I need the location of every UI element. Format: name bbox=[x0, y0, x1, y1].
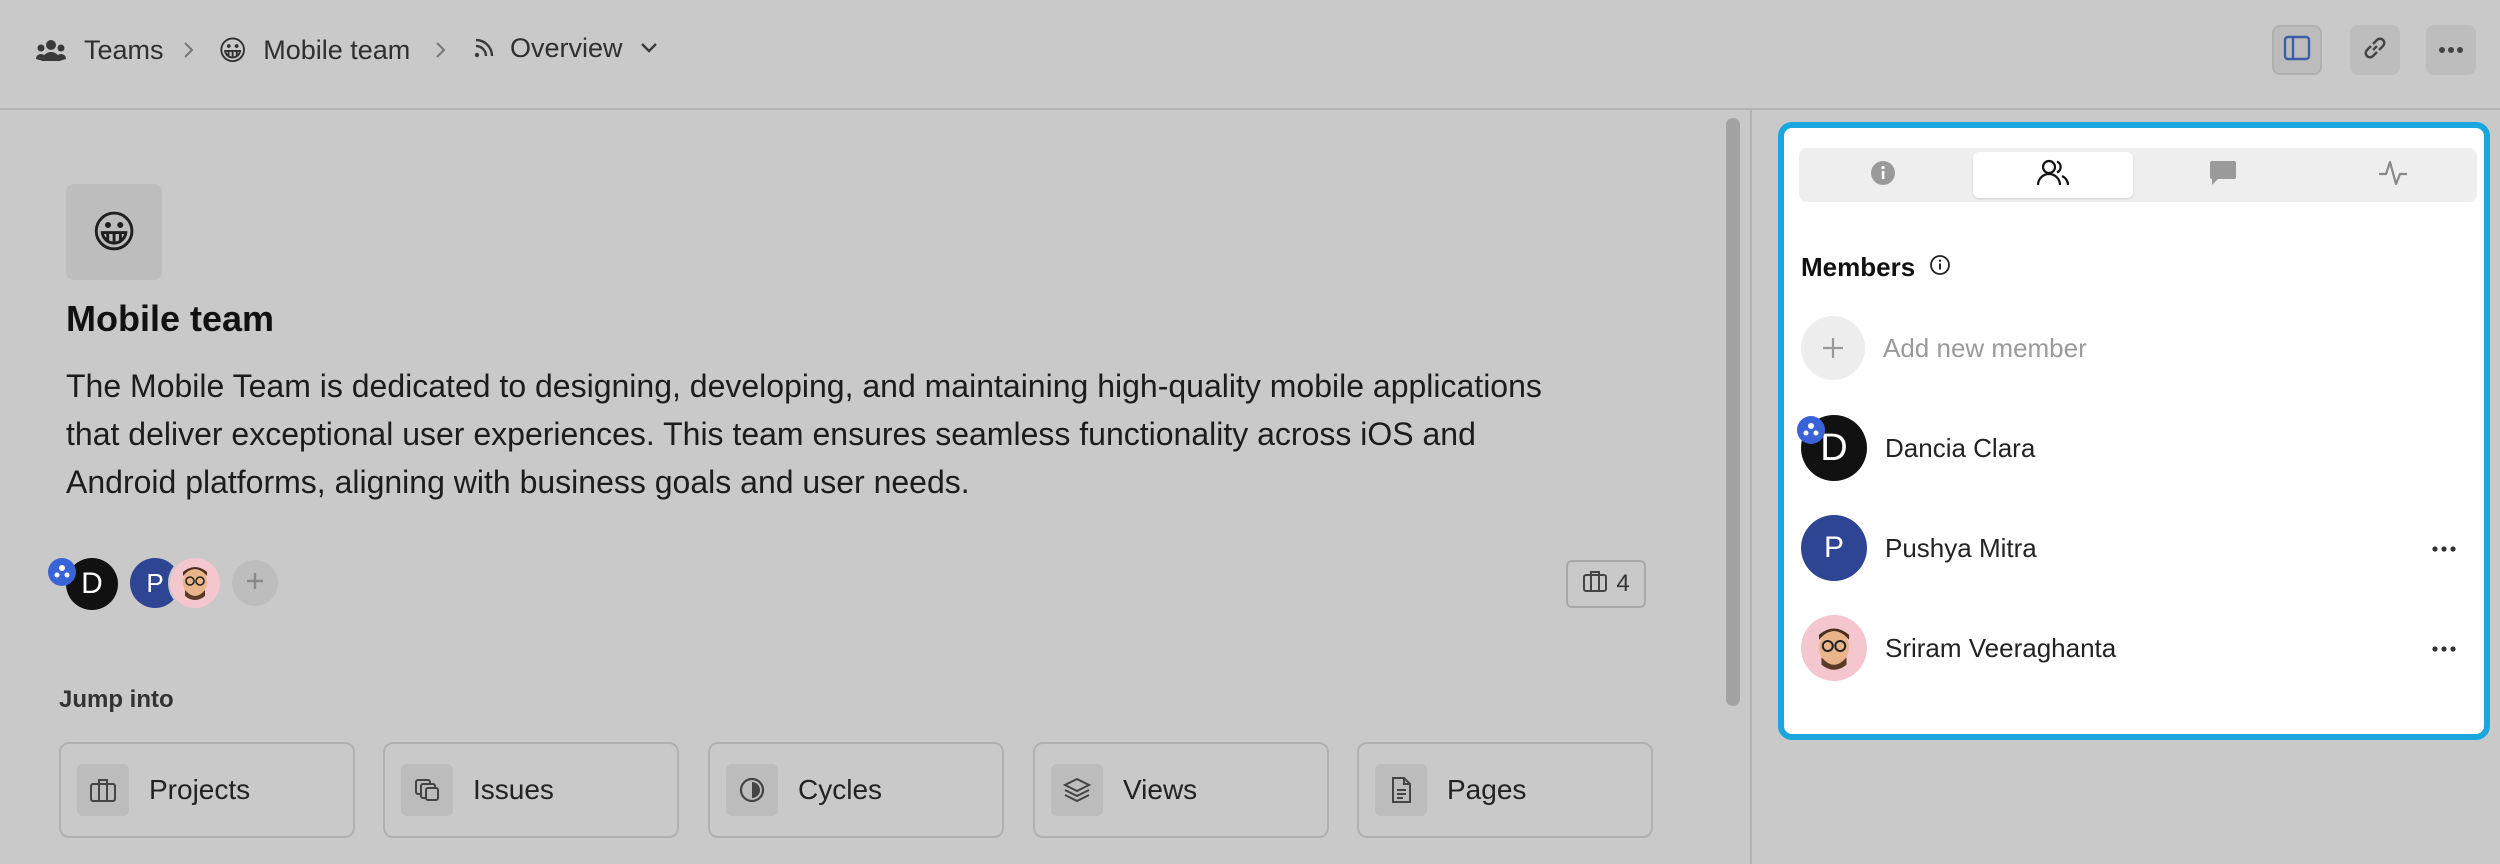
member-name: Dancia Clara bbox=[1885, 432, 2036, 463]
contrast-icon bbox=[726, 764, 778, 816]
team-emoji-tile[interactable]: 😀 bbox=[66, 184, 162, 280]
lead-badge-icon bbox=[48, 558, 76, 586]
jump-label: Projects bbox=[149, 774, 251, 805]
view-label: Overview bbox=[510, 32, 623, 63]
info-icon bbox=[1869, 159, 1897, 192]
member-options-button[interactable] bbox=[2427, 532, 2461, 564]
members-heading: Members bbox=[1801, 252, 1951, 283]
more-options-button[interactable] bbox=[2426, 25, 2476, 75]
member-options-button[interactable] bbox=[2427, 632, 2461, 664]
tab-members[interactable] bbox=[1973, 152, 2133, 198]
document-icon bbox=[1375, 764, 1427, 816]
team-description: The Mobile Team is dedicated to designin… bbox=[66, 368, 1542, 500]
add-member-row[interactable]: Add new member bbox=[1801, 314, 2471, 382]
link-icon bbox=[2361, 34, 2389, 67]
breadcrumb-team-label: Mobile team bbox=[263, 34, 411, 65]
memoji-avatar-icon bbox=[1809, 619, 1859, 678]
member-row[interactable]: D Dancia Clara bbox=[1797, 414, 2471, 482]
jump-issues-card[interactable]: Issues bbox=[383, 742, 679, 838]
view-dropdown[interactable]: Overview bbox=[472, 24, 659, 72]
avatar-initial: P bbox=[146, 567, 164, 598]
jump-label: Views bbox=[1123, 774, 1198, 805]
tab-info[interactable] bbox=[1803, 152, 1963, 198]
top-bar: Teams 😀 Mobile team Overview bbox=[0, 0, 2500, 110]
scrollbar[interactable] bbox=[1726, 118, 1740, 706]
avatar-initial: D bbox=[81, 567, 103, 600]
sidebar-panel-icon bbox=[2283, 35, 2311, 66]
rss-icon bbox=[472, 36, 496, 60]
more-horizontal-icon bbox=[2432, 539, 2456, 557]
add-member-button[interactable] bbox=[232, 560, 278, 606]
jump-cycles-card[interactable]: Cycles bbox=[708, 742, 1004, 838]
member-name: Sriram Veeraghanta bbox=[1885, 632, 2117, 663]
breadcrumb-teams[interactable]: Teams bbox=[36, 26, 164, 74]
briefcase-icon bbox=[77, 764, 129, 816]
panel-divider bbox=[1750, 110, 1752, 864]
plus-circle-icon bbox=[1801, 316, 1865, 380]
jump-label: Cycles bbox=[798, 774, 883, 805]
avatar-initial: P bbox=[1823, 531, 1844, 564]
panel-tabs bbox=[1799, 148, 2477, 202]
layers-icon bbox=[401, 764, 453, 816]
member-row[interactable]: Sriram Veeraghanta bbox=[1801, 614, 2471, 682]
chevron-right-icon bbox=[434, 26, 448, 74]
avatar[interactable] bbox=[168, 556, 222, 610]
more-horizontal-icon bbox=[2432, 639, 2456, 657]
toggle-sidebar-button[interactable] bbox=[2272, 25, 2322, 75]
stack-icon bbox=[1051, 764, 1103, 816]
team-emoji-small: 😀 bbox=[218, 34, 248, 66]
lead-badge-icon bbox=[1797, 416, 1825, 444]
activity-icon bbox=[2377, 158, 2409, 193]
member-name: Pushya Mitra bbox=[1885, 532, 2037, 563]
memoji-avatar-icon bbox=[175, 560, 215, 607]
teams-icon bbox=[36, 37, 66, 63]
projects-count: 4 bbox=[1616, 570, 1630, 597]
page-title: Mobile team bbox=[66, 298, 275, 339]
tab-comments[interactable] bbox=[2143, 152, 2303, 198]
comment-icon bbox=[2207, 159, 2239, 192]
add-member-label: Add new member bbox=[1883, 332, 2087, 363]
breadcrumb-teams-label: Teams bbox=[84, 34, 164, 65]
jump-into-heading: Jump into bbox=[59, 686, 174, 713]
jump-pages-card[interactable]: Pages bbox=[1357, 742, 1653, 838]
more-horizontal-icon bbox=[2438, 41, 2464, 59]
team-details-panel: Members Add new member D Dancia Clara P … bbox=[1778, 122, 2490, 740]
jump-projects-card[interactable]: Projects bbox=[59, 742, 355, 838]
member-row[interactable]: P Pushya Mitra bbox=[1801, 514, 2471, 582]
plus-icon bbox=[244, 570, 266, 597]
avatar bbox=[1801, 615, 1867, 681]
jump-label: Pages bbox=[1447, 774, 1527, 805]
copy-link-button[interactable] bbox=[2350, 25, 2400, 75]
tab-activity[interactable] bbox=[2313, 152, 2473, 198]
members-icon bbox=[2036, 158, 2070, 193]
breadcrumb-team[interactable]: 😀 Mobile team bbox=[218, 26, 410, 74]
info-outline-icon[interactable] bbox=[1929, 252, 1951, 283]
team-emoji: 😀 bbox=[91, 207, 137, 257]
members-heading-label: Members bbox=[1801, 252, 1916, 282]
chevron-right-icon bbox=[182, 26, 196, 74]
avatar: P bbox=[1801, 515, 1867, 581]
jump-label: Issues bbox=[473, 774, 554, 805]
chevron-down-icon bbox=[639, 41, 659, 55]
projects-count-badge[interactable]: 4 bbox=[1566, 560, 1646, 608]
briefcase-icon bbox=[1582, 569, 1608, 600]
jump-views-card[interactable]: Views bbox=[1033, 742, 1329, 838]
